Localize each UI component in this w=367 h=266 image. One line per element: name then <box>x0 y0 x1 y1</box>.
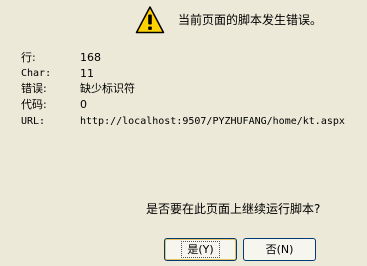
no-button[interactable]: 否(N) <box>243 238 316 261</box>
continue-question: 是否要在此页面上继续运行脚本? <box>146 202 321 216</box>
error-details: 行: 168 Char: 11 错误: 缺少标识符 代码: 0 URL: htt… <box>0 0 367 140</box>
detail-row-char: Char: 11 <box>21 66 367 82</box>
detail-row-error: 错误: 缺少标识符 <box>21 81 367 97</box>
code-label: 代码: <box>21 98 47 111</box>
error-label: 错误: <box>21 82 47 95</box>
char-label: Char: <box>21 68 52 79</box>
line-value: 168 <box>80 51 101 64</box>
detail-row-code: 代码: 0 <box>21 97 367 113</box>
yes-button-label: 是(Y) <box>181 241 220 258</box>
detail-row-url: URL: http://localhost:9507/PYZHUFANG/hom… <box>21 114 367 130</box>
script-error-dialog: 当前页面的脚本发生错误。 行: 168 Char: 11 错误: 缺少标识符 代… <box>0 0 367 266</box>
error-value: 缺少标识符 <box>80 82 135 95</box>
url-label: URL: <box>21 116 46 127</box>
detail-row-line: 行: 168 <box>21 50 367 66</box>
no-button-label: 否(N) <box>265 243 294 256</box>
line-label: 行: <box>21 51 36 64</box>
yes-button[interactable]: 是(Y) <box>164 238 237 261</box>
char-value: 11 <box>80 67 94 80</box>
url-value: http://localhost:9507/PYZHUFANG/home/kt.… <box>80 116 345 127</box>
code-value: 0 <box>80 98 87 111</box>
